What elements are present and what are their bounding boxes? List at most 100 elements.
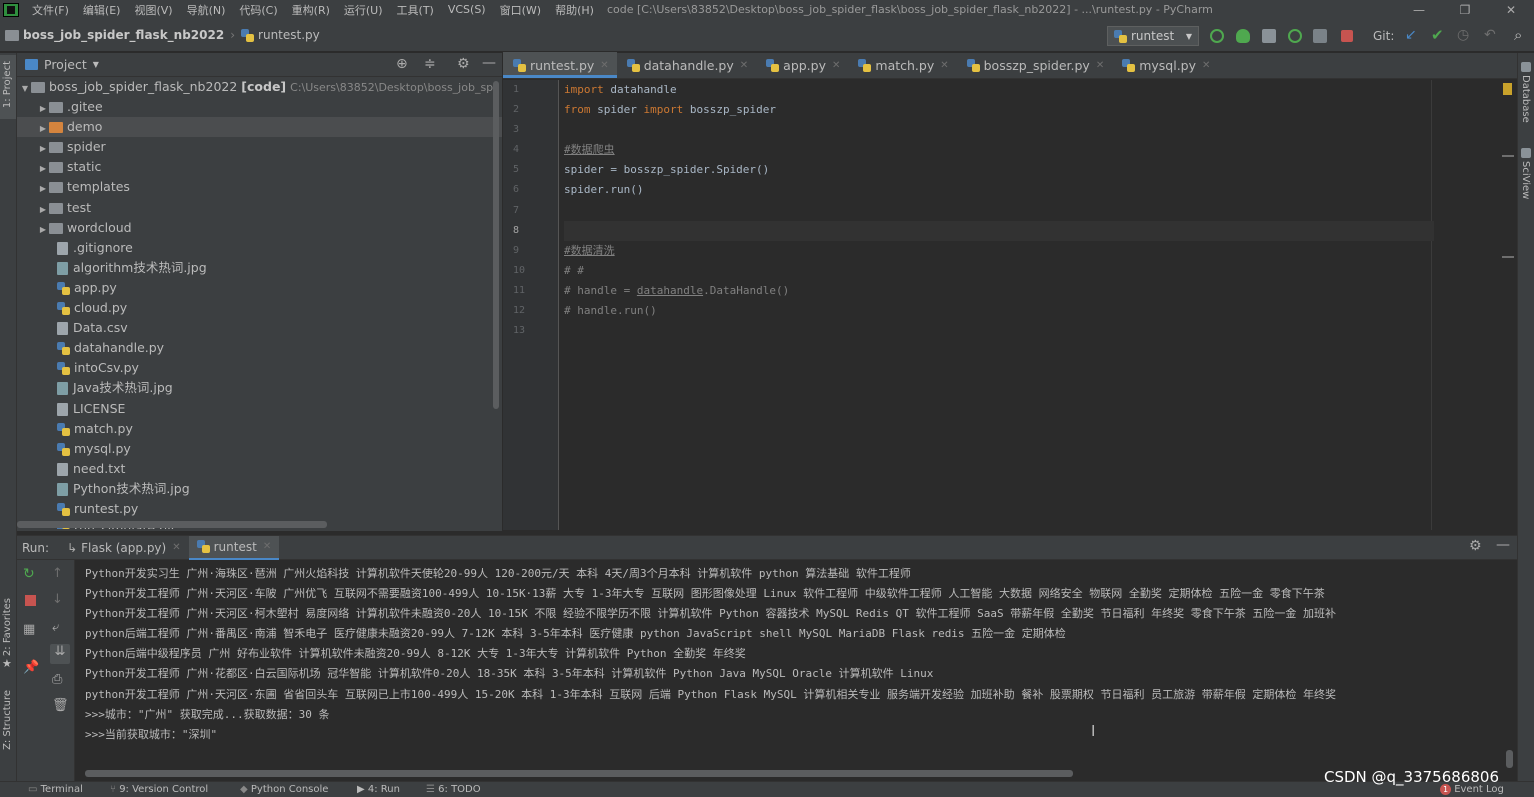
stop-icon[interactable] [25, 595, 36, 606]
menu-refactor[interactable]: 重构(R) [285, 2, 337, 18]
collapse-icon[interactable]: ≑ [424, 56, 436, 72]
chevron-down-icon[interactable]: ▼ [93, 60, 99, 69]
close-window-icon[interactable]: ✕ [1488, 3, 1534, 17]
tab-app[interactable]: app.py ✕ [756, 52, 848, 78]
tree-file[interactable]: app.py [17, 278, 502, 298]
tab-runtest[interactable]: runtest.py ✕ [503, 52, 617, 78]
git-history-icon[interactable]: ◷ [1457, 27, 1469, 43]
hide-panel-icon[interactable]: — [482, 55, 496, 71]
tab-datahandle[interactable]: datahandle.py ✕ [617, 52, 756, 78]
scroll-to-end-icon[interactable]: ⇊ [50, 644, 70, 664]
menu-code[interactable]: 代码(C) [232, 2, 284, 18]
scroll-up-icon[interactable]: ↑ [52, 566, 63, 581]
search-icon[interactable]: ⌕ [1514, 26, 1522, 44]
tree-folder[interactable]: ▶ spider [17, 137, 502, 157]
menu-vcs[interactable]: VCS(S) [441, 3, 493, 16]
print-icon[interactable]: ⎙ [52, 672, 62, 687]
menu-window[interactable]: 窗口(W) [493, 2, 548, 18]
project-tool-tab[interactable]: 1: Project [0, 55, 16, 119]
horizontal-scrollbar[interactable] [17, 521, 327, 528]
terminal-tab[interactable]: ▭ Terminal [28, 784, 83, 795]
close-tab-icon[interactable]: ✕ [172, 542, 180, 553]
tree-root[interactable]: ▼ boss_job_spider_flask_nb2022 [code] C:\… [17, 77, 502, 97]
tree-file[interactable]: Data.csv [17, 318, 502, 338]
run-tab-runtest[interactable]: runtest ✕ [188, 535, 280, 560]
menu-help[interactable]: 帮助(H) [548, 2, 601, 18]
close-tab-icon[interactable]: ✕ [832, 60, 840, 71]
run-tab-flask[interactable]: ↳ Flask (app.py) ✕ [59, 536, 189, 560]
tree-folder[interactable]: ▶ wordcloud [17, 218, 502, 238]
tree-file[interactable]: need.txt [17, 459, 502, 479]
scroll-down-icon[interactable]: ↓ [52, 592, 63, 607]
close-tab-icon[interactable]: ✕ [1202, 60, 1210, 71]
structure-tool-label[interactable]: Z: Structure [2, 690, 13, 750]
git-rollback-icon[interactable]: ↶ [1484, 27, 1496, 43]
tree-folder[interactable]: ▶ test [17, 198, 502, 218]
tree-file[interactable]: Python技术热词.jpg [17, 479, 502, 499]
hide-panel-icon[interactable]: — [1496, 537, 1510, 553]
horizontal-scrollbar[interactable] [85, 770, 1073, 777]
concurrency-icon[interactable] [1313, 29, 1327, 43]
git-update-icon[interactable]: ↙ [1405, 27, 1417, 43]
tree-folder[interactable]: ▶ templates [17, 177, 502, 197]
close-tab-icon[interactable]: ✕ [940, 60, 948, 71]
tree-file[interactable]: LICENSE [17, 399, 502, 419]
vertical-scrollbar[interactable] [1506, 750, 1513, 768]
restore-icon[interactable]: ❐ [1442, 3, 1488, 17]
version-control-tab[interactable]: ⑂ 9: Version Control [110, 784, 208, 795]
locate-icon[interactable]: ⊕ [396, 56, 408, 72]
close-tab-icon[interactable]: ✕ [263, 541, 271, 552]
breadcrumb-project[interactable]: boss_job_spider_flask_nb2022 [5, 28, 224, 42]
menu-edit[interactable]: 编辑(E) [76, 2, 128, 18]
close-tab-icon[interactable]: ✕ [1096, 60, 1104, 71]
menu-run[interactable]: 运行(U) [337, 2, 390, 18]
close-tab-icon[interactable]: ✕ [600, 60, 608, 71]
tree-file[interactable]: intoCsv.py [17, 358, 502, 378]
profile-icon[interactable] [1288, 29, 1302, 43]
run-tool-tab[interactable]: ▶ 4: Run [357, 784, 400, 795]
rerun-icon[interactable]: ↻ [23, 566, 35, 582]
tree-file[interactable]: match.py [17, 419, 502, 439]
trash-icon[interactable]: 🗑 [52, 698, 69, 713]
coverage-icon[interactable] [1262, 29, 1276, 43]
tree-file[interactable]: runtest.py [17, 499, 502, 519]
menu-file[interactable]: 文件(F) [25, 2, 76, 18]
breadcrumb-file[interactable]: runtest.py [241, 28, 320, 42]
tree-file[interactable]: mysql.py [17, 439, 502, 459]
gear-icon[interactable]: ⚙ [457, 56, 470, 72]
menu-tools[interactable]: 工具(T) [390, 2, 441, 18]
todo-tab[interactable]: ☰ 6: TODO [426, 784, 481, 795]
tree-file[interactable]: datahandle.py [17, 338, 502, 358]
tree-file[interactable]: Java技术热词.jpg [17, 378, 502, 398]
tree-file[interactable]: cloud.py [17, 298, 502, 318]
layout-icon[interactable]: ▦ [23, 622, 35, 637]
tree-folder[interactable]: ▶ .gitee [17, 97, 502, 117]
rerun-icon[interactable] [1210, 29, 1224, 43]
debug-icon[interactable] [1236, 29, 1250, 43]
gear-icon[interactable]: ⚙ [1469, 538, 1482, 554]
close-tab-icon[interactable]: ✕ [740, 60, 748, 71]
vertical-scrollbar[interactable] [493, 81, 499, 409]
tree-file[interactable]: algorithm技术热词.jpg [17, 258, 502, 278]
project-panel-title[interactable]: Project [44, 57, 87, 72]
git-commit-icon[interactable]: ✔ [1431, 26, 1444, 44]
run-configuration-select[interactable]: runtest ▼ [1107, 26, 1199, 46]
favorites-tool-label[interactable]: 2: Favorites [2, 598, 13, 656]
tree-folder[interactable]: ▶ static [17, 157, 502, 177]
minimize-icon[interactable]: — [1396, 3, 1442, 17]
tree-folder[interactable]: ▶ demo [17, 117, 502, 138]
sciview-tool-label[interactable]: SciView [1520, 161, 1531, 199]
menu-navigate[interactable]: 导航(N) [180, 2, 233, 18]
menu-view[interactable]: 视图(V) [127, 2, 179, 18]
stop-icon[interactable] [1341, 30, 1353, 42]
tree-file[interactable]: .gitignore [17, 238, 502, 258]
warning-marker-icon[interactable] [1503, 83, 1512, 95]
python-console-tab[interactable]: ◆ Python Console [240, 784, 328, 795]
tab-mysql[interactable]: mysql.py ✕ [1112, 52, 1218, 78]
console-output[interactable]: Python开发实习生 广州·海珠区·琶洲 广州火焰科技 计算机软件天使轮20-… [85, 564, 1517, 769]
tab-bosszp-spider[interactable]: bosszp_spider.py ✕ [957, 52, 1113, 78]
code-editor[interactable]: import datahandle from spider import bos… [564, 80, 1434, 530]
database-tool-label[interactable]: Database [1520, 75, 1531, 123]
soft-wrap-icon[interactable]: ⤶ [52, 620, 59, 635]
tab-match[interactable]: match.py ✕ [848, 52, 956, 78]
